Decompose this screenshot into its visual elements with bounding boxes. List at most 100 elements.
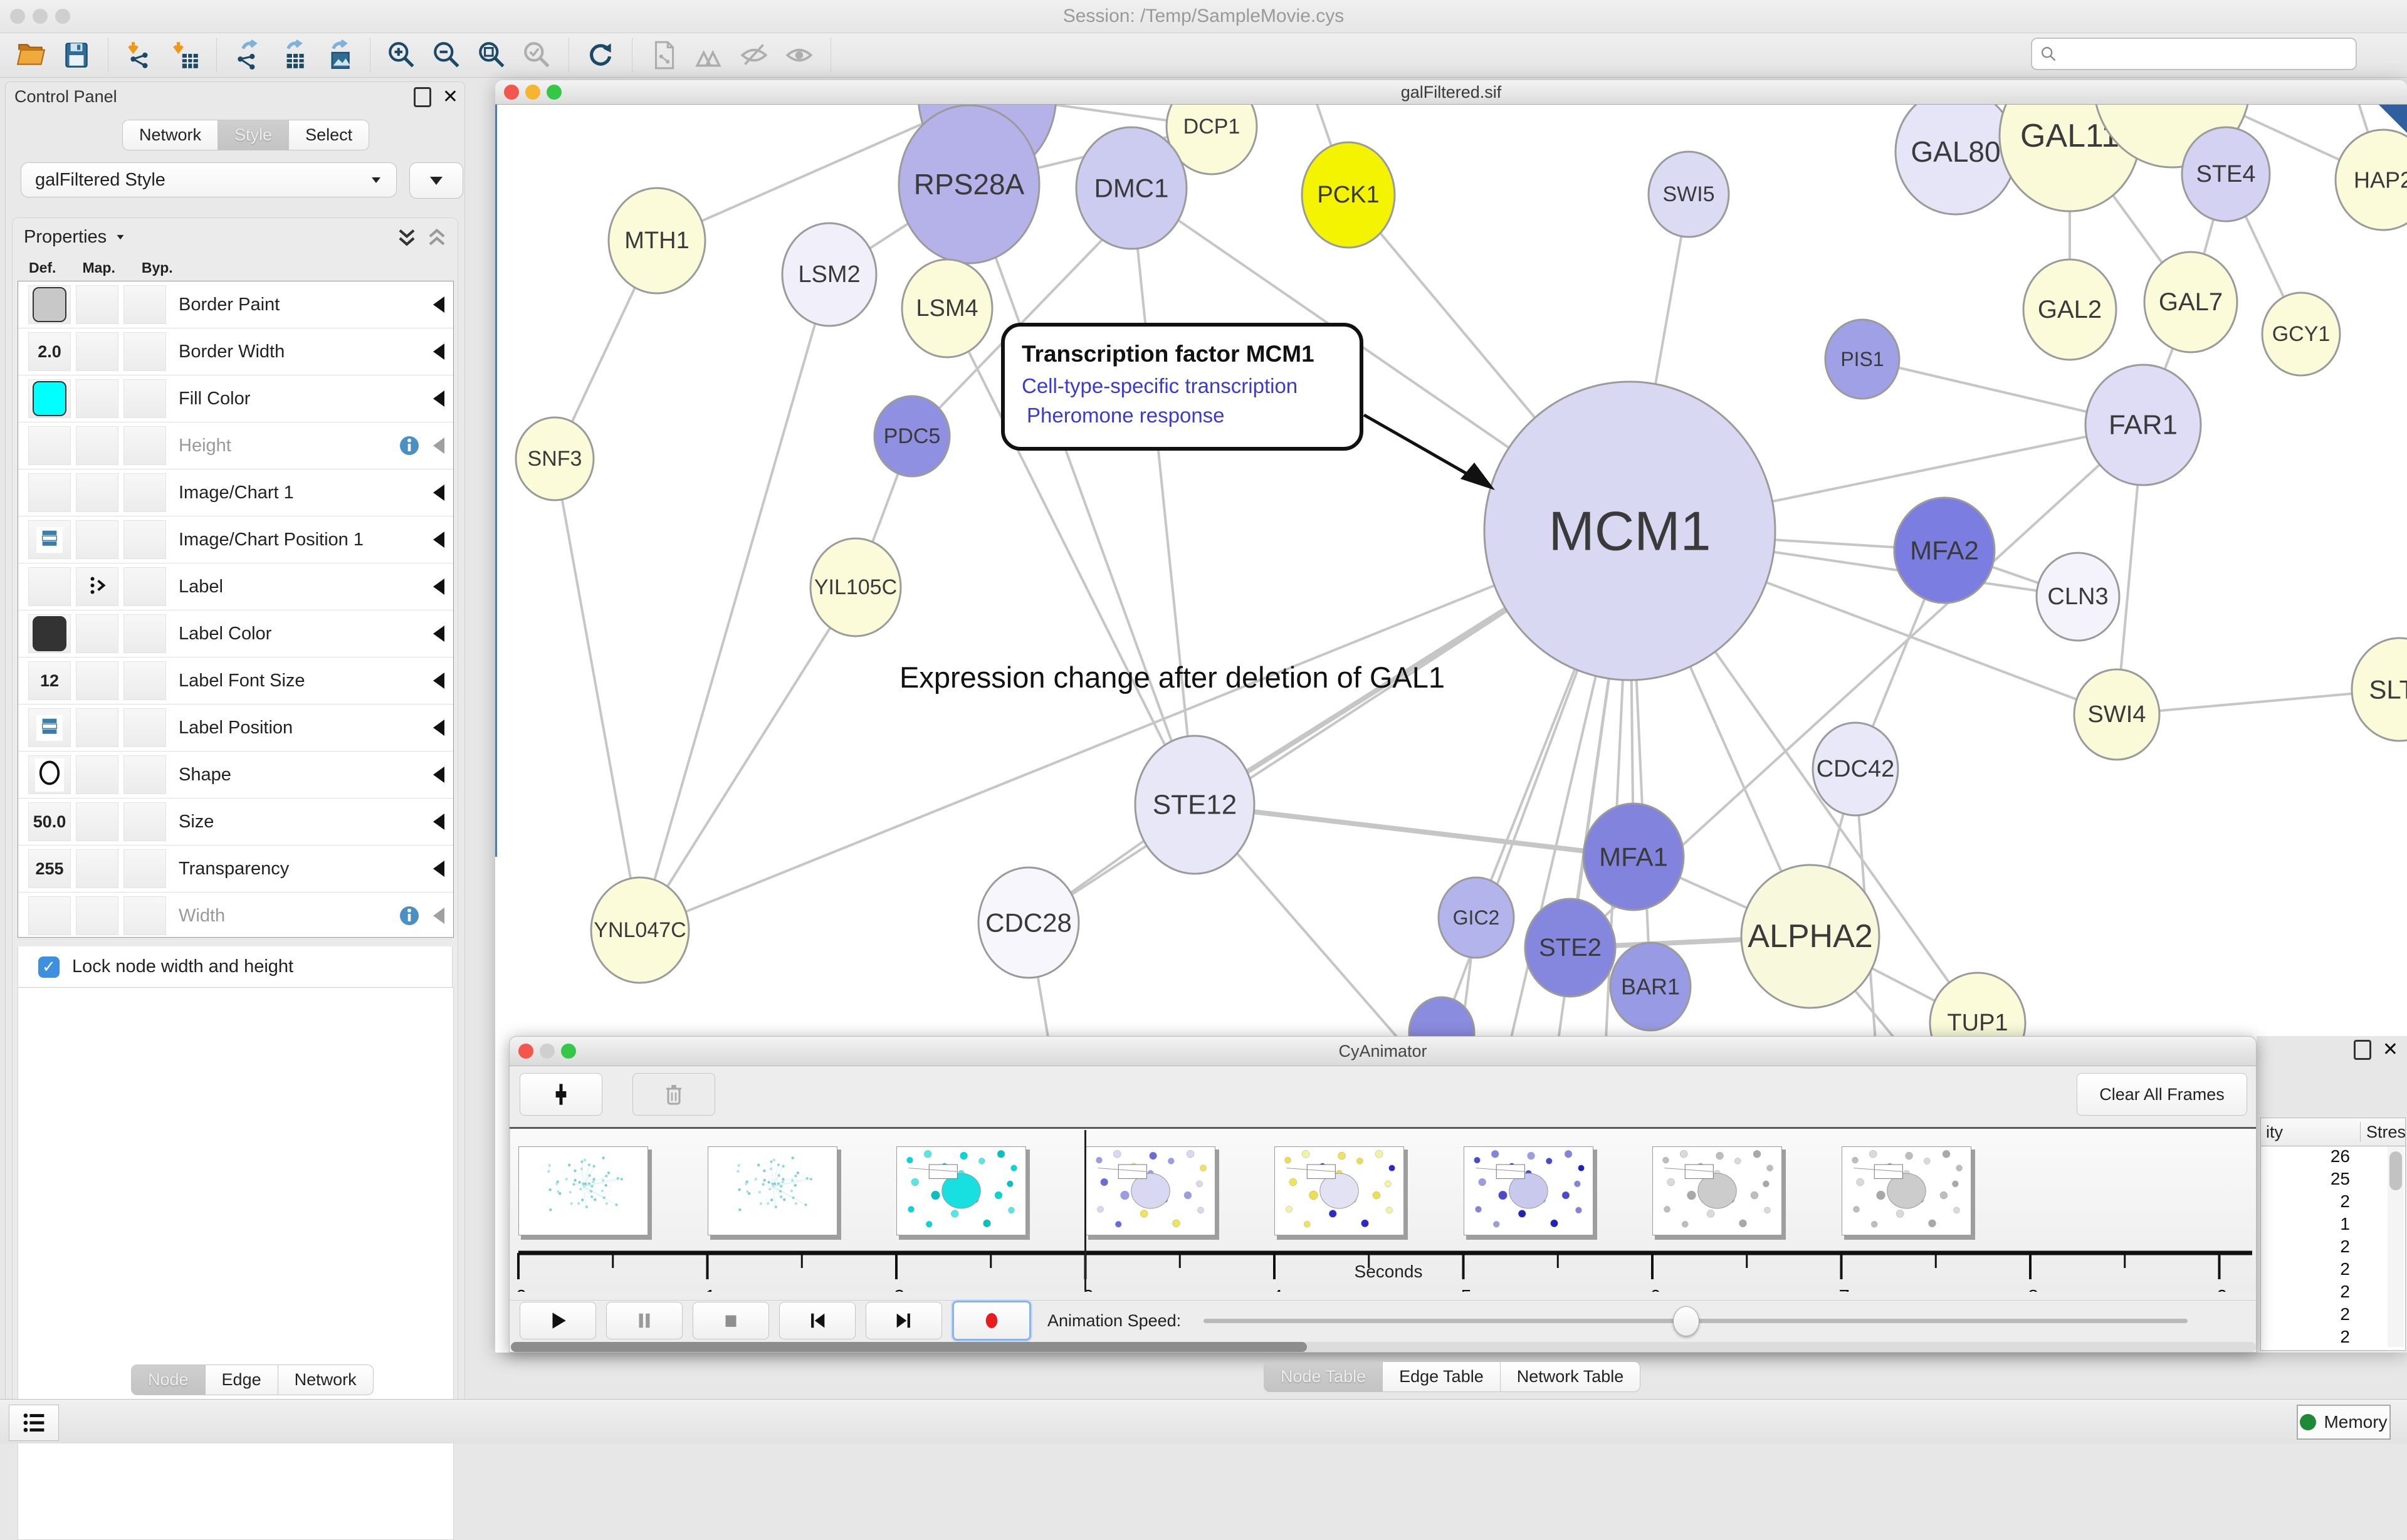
network-node-mfa2[interactable]: MFA2 xyxy=(1894,498,1995,603)
show-all-button[interactable] xyxy=(777,37,822,73)
position-icon[interactable] xyxy=(36,527,63,553)
network-node-gal7[interactable]: GAL7 xyxy=(2144,252,2237,352)
expand-all-icon[interactable] xyxy=(396,227,417,249)
network-node-pck1[interactable]: PCK1 xyxy=(1302,142,1395,248)
expand-property-icon[interactable] xyxy=(433,673,444,689)
tab-network-table[interactable]: Network Table xyxy=(1501,1361,1641,1392)
slider-thumb[interactable] xyxy=(1673,1306,1699,1336)
network-node-gic2[interactable]: GIC2 xyxy=(1439,877,1514,958)
zoom-fit-button[interactable] xyxy=(469,37,515,73)
table-cell[interactable]: 2 xyxy=(2261,1282,2384,1304)
expand-property-icon[interactable] xyxy=(433,485,444,501)
frame-thumbnail-5[interactable] xyxy=(1464,1146,1593,1235)
tab-edge-table[interactable]: Edge Table xyxy=(1383,1361,1501,1392)
stop-button[interactable] xyxy=(693,1302,769,1339)
timeline-horizontal-scrollbar[interactable] xyxy=(511,1342,2256,1352)
tab-network[interactable]: Network xyxy=(278,1365,374,1395)
tab-network[interactable]: Network xyxy=(122,120,218,150)
maximize-window-icon[interactable] xyxy=(547,85,562,100)
table-cell[interactable]: 26 xyxy=(2261,1146,2384,1169)
next-frame-button[interactable] xyxy=(866,1302,942,1339)
network-node-cdc42[interactable]: CDC42 xyxy=(1813,723,1898,815)
table-cell[interactable]: 2 xyxy=(2261,1259,2384,1282)
expand-property-icon[interactable] xyxy=(433,390,444,407)
style-selector[interactable]: galFiltered Style xyxy=(21,162,397,197)
collapse-all-icon[interactable] xyxy=(426,227,448,249)
tab-node[interactable]: Node xyxy=(131,1365,206,1395)
close-panel-icon[interactable]: ✕ xyxy=(443,89,458,105)
add-frame-button[interactable] xyxy=(520,1073,602,1116)
checkbox-checked-icon[interactable]: ✓ xyxy=(38,956,60,978)
save-session-button[interactable] xyxy=(54,37,99,73)
network-canvas[interactable]: DCP1RPS28ADMC1PCK1SWI5GAL80GAL11STE4HAP2… xyxy=(495,105,2407,1037)
property-row-height[interactable]: Height xyxy=(18,422,453,469)
timeline-playhead[interactable] xyxy=(1084,1130,1086,1291)
position-icon[interactable] xyxy=(36,715,63,741)
import-table-button[interactable] xyxy=(162,37,207,73)
task-history-button[interactable] xyxy=(9,1405,59,1441)
network-node-swi4[interactable]: SWI4 xyxy=(2074,669,2159,760)
network-node-alpha2[interactable]: ALPHA2 xyxy=(1741,865,1879,1008)
network-node-gal2[interactable]: GAL2 xyxy=(2023,259,2116,360)
expand-property-icon[interactable] xyxy=(433,626,444,642)
network-node-ynl047c[interactable]: YNL047C xyxy=(591,877,689,983)
network-node-gal80[interactable]: GAL80 xyxy=(1896,105,2016,214)
tab-select[interactable]: Select xyxy=(289,120,369,150)
default-value[interactable]: 50.0 xyxy=(33,812,66,832)
color-swatch[interactable] xyxy=(33,381,66,416)
lock-size-row[interactable]: ✓ Lock node width and height xyxy=(18,946,453,988)
expand-property-icon[interactable] xyxy=(433,343,444,360)
expand-property-icon[interactable] xyxy=(433,579,444,595)
clear-all-frames-button[interactable]: Clear All Frames xyxy=(2077,1073,2247,1116)
property-row-image-chart-position-1[interactable]: Image/Chart Position 1 xyxy=(18,516,453,563)
play-button[interactable] xyxy=(520,1302,596,1339)
expand-property-icon[interactable] xyxy=(433,814,444,830)
property-row-width[interactable]: Width xyxy=(18,893,453,940)
table-column-header[interactable]: Stres xyxy=(2366,1123,2406,1142)
default-value[interactable]: 12 xyxy=(40,671,59,691)
close-panel-icon[interactable]: ✕ xyxy=(2383,1042,2398,1058)
expand-property-icon[interactable] xyxy=(433,720,444,736)
network-node-cdc28[interactable]: CDC28 xyxy=(978,867,1079,978)
export-table-button[interactable] xyxy=(271,37,316,73)
import-network-button[interactable] xyxy=(117,37,162,73)
expand-property-icon[interactable] xyxy=(433,767,444,783)
style-options-button[interactable] xyxy=(409,162,463,199)
property-row-transparency[interactable]: 255Transparency xyxy=(18,846,453,893)
search-input[interactable] xyxy=(2064,44,2348,65)
close-window-icon[interactable] xyxy=(518,1044,533,1059)
float-panel-icon[interactable] xyxy=(2354,1040,2371,1060)
frame-thumbnail-1[interactable] xyxy=(708,1146,837,1235)
table-cell[interactable]: 2 xyxy=(2261,1192,2384,1214)
expand-property-icon[interactable] xyxy=(433,861,444,877)
table-cell[interactable]: 2 xyxy=(2261,1237,2384,1259)
network-node-dmc1[interactable]: DMC1 xyxy=(1076,127,1187,249)
network-node-pis1[interactable]: PIS1 xyxy=(1825,320,1899,399)
timeline-area[interactable]: 0123456789 Seconds xyxy=(511,1129,2256,1292)
expand-property-icon[interactable] xyxy=(433,437,444,454)
annotation-box[interactable]: Transcription factor MCM1 Cell-type-spec… xyxy=(1003,325,1495,490)
property-row-fill-color[interactable]: Fill Color xyxy=(18,375,453,422)
network-node-snf3[interactable]: SNF3 xyxy=(516,417,594,500)
color-swatch[interactable] xyxy=(33,287,66,322)
search-box[interactable] xyxy=(2031,38,2357,70)
minimize-window-icon[interactable] xyxy=(525,85,540,100)
frame-thumbnail-6[interactable] xyxy=(1652,1146,1782,1235)
expand-property-icon[interactable] xyxy=(433,532,444,548)
default-value[interactable]: 255 xyxy=(35,859,63,879)
export-image-button[interactable] xyxy=(316,37,361,73)
float-panel-icon[interactable] xyxy=(414,87,431,107)
property-row-size[interactable]: 50.0Size xyxy=(18,799,453,846)
network-node-ste4[interactable]: STE4 xyxy=(2182,127,2270,221)
close-window-icon[interactable] xyxy=(504,85,519,100)
color-swatch[interactable] xyxy=(33,616,66,651)
table-column-header[interactable]: ity xyxy=(2266,1123,2283,1142)
zoom-out-button[interactable] xyxy=(424,37,469,73)
table-cell[interactable]: 1 xyxy=(2261,1214,2384,1237)
table-vertical-scrollbar[interactable] xyxy=(2388,1146,2404,1347)
previous-frame-button[interactable] xyxy=(779,1302,856,1339)
property-row-image-chart-1[interactable]: Image/Chart 1 xyxy=(18,469,453,516)
zoom-in-button[interactable] xyxy=(379,37,424,73)
property-row-border-width[interactable]: 2.0Border Width xyxy=(18,328,453,375)
pause-button[interactable] xyxy=(606,1302,683,1339)
